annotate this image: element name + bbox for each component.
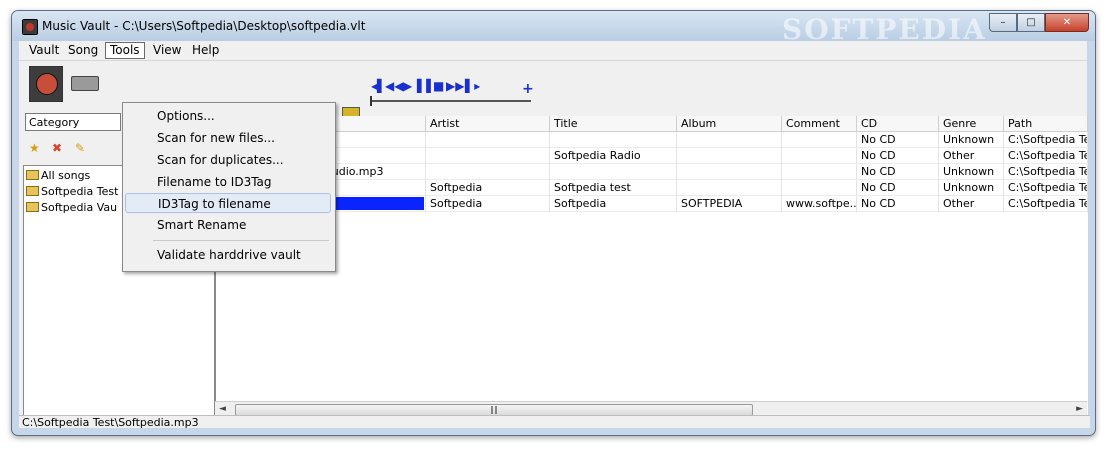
- folder-icon: [26, 186, 39, 196]
- table-cell-album[interactable]: [677, 148, 782, 164]
- table-cell-genre[interactable]: Unknown: [939, 132, 1004, 148]
- tree-item-softpedia-test[interactable]: Softpedia Test: [26, 185, 118, 198]
- table-cell-path[interactable]: C:\Softpedia Test\: [1004, 180, 1088, 196]
- menu-item-id3tag-to-filename[interactable]: ID3Tag to filename: [125, 193, 331, 213]
- table-cell-path[interactable]: C:\Softpedia Test\: [1004, 196, 1088, 212]
- table-cell-genre[interactable]: Other: [939, 148, 1004, 164]
- table-cell-cd[interactable]: No CD: [857, 164, 939, 180]
- menu-view[interactable]: View: [149, 43, 185, 58]
- menu-item-smart-rename[interactable]: Smart Rename: [125, 215, 331, 235]
- song-grid[interactable]: Artist Title Album Comment CD Genre Path…: [215, 116, 1088, 416]
- rewind-icon[interactable]: ◀◀: [385, 79, 403, 93]
- selected-row-highlight: [321, 197, 424, 210]
- menu-item-scan-duplicates[interactable]: Scan for duplicates...: [125, 150, 331, 170]
- column-header-artist[interactable]: Artist: [426, 116, 550, 132]
- app-window: Music Vault - C:\Users\Softpedia\Desktop…: [11, 10, 1096, 436]
- table-cell-title[interactable]: Softpedia Radio: [550, 148, 677, 164]
- menu-help[interactable]: Help: [188, 43, 223, 58]
- table-cell-artist[interactable]: [426, 148, 550, 164]
- folder-icon: [26, 170, 39, 180]
- menu-bar: Vault Song Tools View Help: [19, 41, 1087, 61]
- tree-item-all-songs[interactable]: All songs: [26, 169, 90, 182]
- column-header-title[interactable]: Title: [550, 116, 677, 132]
- scroll-right-icon[interactable]: ►: [1076, 404, 1083, 414]
- close-button[interactable]: ✕: [1045, 13, 1089, 32]
- table-cell-cd[interactable]: No CD: [857, 132, 939, 148]
- table-cell-album[interactable]: SOFTPEDIA: [677, 196, 782, 212]
- seek-bar[interactable]: [371, 100, 531, 102]
- column-header-genre[interactable]: Genre: [939, 116, 1004, 132]
- window-title: Music Vault - C:\Users\Softpedia\Desktop…: [42, 19, 366, 33]
- menu-item-filename-to-id3tag[interactable]: Filename to ID3Tag: [125, 172, 331, 192]
- folder-icon: [26, 202, 39, 212]
- table-cell-path[interactable]: C:\Softpedia Test\: [1004, 132, 1088, 148]
- add-icon[interactable]: +: [522, 81, 534, 97]
- menu-tools[interactable]: Tools: [105, 42, 145, 59]
- table-cell-title[interactable]: Softpedia: [550, 196, 677, 212]
- table-cell-comment[interactable]: [782, 180, 857, 196]
- table-cell-album[interactable]: [677, 180, 782, 196]
- table-cell-artist[interactable]: Softpedia: [426, 196, 550, 212]
- table-cell-cd[interactable]: No CD: [857, 196, 939, 212]
- table-cell-genre[interactable]: Unknown: [939, 164, 1004, 180]
- filename-cell[interactable]: audio.mp3: [321, 164, 426, 180]
- vault-icon-button[interactable]: [29, 66, 63, 102]
- tree-item-softpedia-vault[interactable]: Softpedia Vau: [26, 201, 117, 214]
- rename-folder-icon[interactable]: ✎: [75, 141, 85, 155]
- title-bar[interactable]: Music Vault - C:\Users\Softpedia\Desktop…: [12, 11, 1095, 46]
- column-header-cd[interactable]: CD: [857, 116, 939, 132]
- fast-forward-icon[interactable]: ▶▶: [446, 79, 464, 93]
- drive-icon-button[interactable]: [71, 76, 99, 91]
- table-cell-title[interactable]: [550, 132, 677, 148]
- table-cell-album[interactable]: [677, 164, 782, 180]
- client-area: Vault Song Tools View Help ◂▌ ◀◀ ▶ ▌▌ ■ …: [19, 41, 1090, 429]
- play-icon[interactable]: ▶: [403, 79, 412, 93]
- table-cell-comment[interactable]: [782, 148, 857, 164]
- scroll-left-icon[interactable]: ◄: [219, 404, 226, 414]
- table-cell-title[interactable]: Softpedia test: [550, 180, 677, 196]
- table-cell-artist[interactable]: [426, 164, 550, 180]
- table-cell-cd[interactable]: No CD: [857, 148, 939, 164]
- new-folder-icon[interactable]: ★: [29, 141, 40, 155]
- table-cell-genre[interactable]: Other: [939, 196, 1004, 212]
- table-cell-comment[interactable]: [782, 164, 857, 180]
- table-cell-comment[interactable]: [782, 132, 857, 148]
- tools-dropdown: Options... Scan for new files... Scan fo…: [122, 102, 336, 272]
- app-icon[interactable]: [22, 19, 38, 35]
- table-cell-path[interactable]: C:\Softpedia Test\: [1004, 164, 1088, 180]
- table-cell-comment[interactable]: www.softpe...: [782, 196, 857, 212]
- table-cell-artist[interactable]: [426, 132, 550, 148]
- maximize-button[interactable]: □: [1017, 13, 1045, 32]
- menu-item-scan-new-files[interactable]: Scan for new files...: [125, 128, 331, 148]
- table-cell-path[interactable]: C:\Softpedia Test\: [1004, 148, 1088, 164]
- stop-icon[interactable]: ■: [433, 79, 444, 93]
- column-header-album[interactable]: Album: [677, 116, 782, 132]
- menu-item-options[interactable]: Options...: [125, 106, 331, 126]
- status-bar: C:\Softpedia Test\Softpedia.mp3: [19, 415, 1090, 429]
- column-header-path[interactable]: Path: [1004, 116, 1088, 132]
- delete-folder-icon[interactable]: ✖: [52, 141, 62, 155]
- table-cell-cd[interactable]: No CD: [857, 180, 939, 196]
- table-cell-title[interactable]: [550, 164, 677, 180]
- menu-item-validate-vault[interactable]: Validate harddrive vault: [125, 245, 331, 265]
- minimize-button[interactable]: –: [989, 13, 1017, 32]
- seek-knob[interactable]: [370, 96, 372, 106]
- table-cell-artist[interactable]: Softpedia: [426, 180, 550, 196]
- menu-separator: [153, 240, 329, 241]
- table-cell-genre[interactable]: Unknown: [939, 180, 1004, 196]
- menu-vault[interactable]: Vault: [25, 43, 63, 58]
- toolbar: [21, 63, 111, 103]
- category-input[interactable]: Category: [25, 113, 121, 131]
- table-cell-album[interactable]: [677, 132, 782, 148]
- play-end-icon[interactable]: ▌▸: [465, 79, 480, 93]
- menu-song[interactable]: Song: [64, 43, 102, 58]
- play-start-icon[interactable]: ◂▌: [371, 79, 386, 93]
- column-header-comment[interactable]: Comment: [782, 116, 857, 132]
